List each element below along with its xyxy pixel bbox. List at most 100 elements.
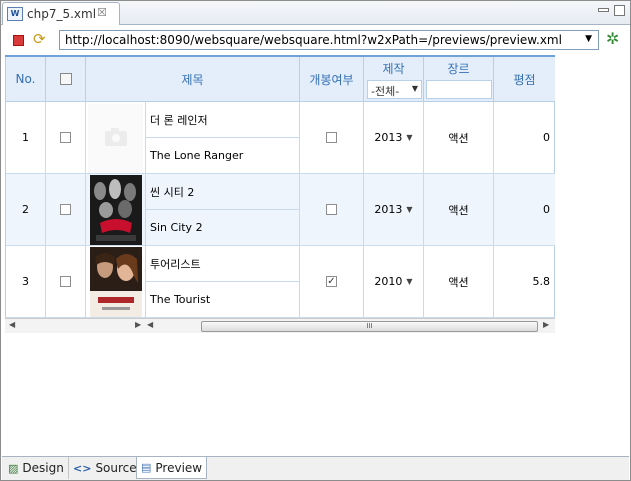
row1-genre[interactable]: 액션: [424, 102, 494, 174]
tab-source[interactable]: <> Source: [69, 457, 142, 479]
row3-title-ko[interactable]: 투어리스트: [146, 246, 300, 282]
editor-mode-tabs: ▨ Design <> Source ▤ Preview: [2, 456, 629, 480]
row1-poster-cell: [86, 102, 146, 174]
header-released-label: 개봉여부: [309, 72, 354, 87]
header-rating[interactable]: 평점: [494, 57, 555, 102]
genre-value: 액션: [448, 275, 469, 289]
editor-tab-bar: W chp7_5.xml ☒: [1, 1, 630, 25]
rating-value: 0: [543, 203, 550, 216]
title-en: The Lone Ranger: [150, 149, 244, 162]
chevron-down-icon: ▼: [406, 205, 413, 214]
released-checkbox[interactable]: [326, 204, 337, 215]
row2-title-en[interactable]: Sin City 2: [146, 210, 300, 246]
editor-tab-title: chp7_5.xml: [27, 7, 97, 21]
released-checkbox[interactable]: [326, 132, 337, 143]
url-text: http://localhost:8090/websquare/websquar…: [65, 33, 562, 47]
row1-no: 1: [6, 102, 46, 174]
row2-select: [46, 174, 86, 246]
row3-poster-cell: [86, 246, 146, 318]
url-dropdown-icon[interactable]: ▼: [585, 34, 592, 44]
header-genre-label: 장르: [447, 61, 470, 76]
row-number: 1: [22, 131, 29, 144]
sin-city-poster-image: [89, 174, 142, 245]
production-filter-select[interactable]: -전체- ▼: [367, 80, 422, 99]
row-checkbox[interactable]: [60, 204, 71, 215]
scroll-right-icon[interactable]: ▶: [543, 320, 549, 329]
editor-window: W chp7_5.xml ☒ ⟳ http://localhost:8090/w…: [0, 0, 631, 481]
row1-title-ko[interactable]: 더 론 레인저: [146, 102, 300, 138]
row2-rating[interactable]: 0: [494, 174, 555, 246]
refresh-icon[interactable]: ⟳: [33, 30, 46, 48]
tab-source-label: Source: [95, 461, 137, 475]
header-genre-filter-cell: [424, 79, 494, 102]
header-no[interactable]: No.: [6, 57, 46, 102]
year-value: 2010: [374, 275, 403, 288]
row3-rating[interactable]: 5.8: [494, 246, 555, 318]
row1-select: [46, 102, 86, 174]
row1-rating[interactable]: 0: [494, 102, 555, 174]
row2-genre[interactable]: 액션: [424, 174, 494, 246]
row-checkbox[interactable]: [60, 132, 71, 143]
genre-filter-input[interactable]: [426, 80, 492, 99]
design-icon: ▨: [8, 461, 19, 475]
scroll-right-frozen-icon[interactable]: ▶: [135, 320, 141, 329]
title-en: The Tourist: [150, 293, 211, 306]
production-filter-value: -전체-: [371, 85, 400, 98]
row3-released: ✓: [300, 246, 364, 318]
row3-year[interactable]: 2010 ▼: [364, 246, 424, 318]
chevron-down-icon: ▼: [406, 133, 413, 142]
tab-preview[interactable]: ▤ Preview: [136, 457, 208, 479]
title-en: Sin City 2: [150, 221, 203, 234]
select-all-checkbox[interactable]: [59, 73, 72, 85]
title-ko: 투어리스트: [150, 257, 201, 271]
poster-placeholder-icon: [88, 103, 143, 172]
tab-design-label: Design: [22, 461, 64, 475]
browser-toolbar: ⟳ http://localhost:8090/websquare/websqu…: [2, 26, 629, 54]
scroll-left-icon[interactable]: ◀: [9, 320, 15, 329]
grid-horizontal-scrollbar[interactable]: ◀ ▶ ◀ III ▶: [5, 318, 555, 333]
row2-released: [300, 174, 364, 246]
row3-title-en[interactable]: The Tourist: [146, 282, 300, 318]
chevron-down-icon: ▼: [411, 84, 418, 93]
url-input[interactable]: http://localhost:8090/websquare/websquar…: [59, 30, 599, 50]
header-select-all[interactable]: [46, 57, 86, 102]
header-production[interactable]: 제작: [364, 57, 424, 79]
minimize-icon[interactable]: [598, 8, 609, 12]
tourist-poster-image: [89, 246, 142, 317]
stop-icon[interactable]: [13, 35, 24, 46]
header-production-filter-cell: -전체- ▼: [364, 79, 424, 102]
header-title[interactable]: 제목: [86, 57, 300, 102]
editor-tab[interactable]: W chp7_5.xml ☒: [2, 2, 120, 25]
row3-genre[interactable]: 액션: [424, 246, 494, 318]
genre-value: 액션: [448, 131, 469, 145]
year-value: 2013: [374, 131, 403, 144]
row3-select: [46, 246, 86, 318]
year-value: 2013: [374, 203, 403, 216]
rating-value: 0: [543, 131, 550, 144]
released-checkbox[interactable]: ✓: [326, 276, 337, 287]
source-icon: <>: [73, 461, 92, 475]
row1-year[interactable]: 2013 ▼: [364, 102, 424, 174]
scroll-left-main-icon[interactable]: ◀: [147, 320, 153, 329]
header-rating-label: 평점: [513, 72, 536, 87]
row1-released: [300, 102, 364, 174]
row2-year[interactable]: 2013 ▼: [364, 174, 424, 246]
scroll-thumb[interactable]: III: [201, 321, 538, 332]
header-title-label: 제목: [181, 72, 204, 87]
row2-title-ko[interactable]: 씬 시티 2: [146, 174, 300, 210]
tab-preview-label: Preview: [155, 460, 203, 475]
preview-icon: ▤: [141, 461, 152, 474]
row-checkbox[interactable]: [60, 276, 71, 287]
close-tab-icon[interactable]: ☒: [97, 6, 107, 19]
header-released[interactable]: 개봉여부: [300, 57, 364, 102]
tab-design[interactable]: ▨ Design: [4, 457, 69, 479]
maximize-icon[interactable]: [614, 5, 625, 16]
title-ko: 씬 시티 2: [150, 185, 195, 199]
header-genre[interactable]: 장르: [424, 57, 494, 79]
debug-icon[interactable]: ✲: [606, 29, 619, 48]
chevron-down-icon: ▼: [406, 277, 413, 286]
row1-title-en[interactable]: The Lone Ranger: [146, 138, 300, 174]
rating-value: 5.8: [532, 275, 551, 288]
websquare-file-icon: W: [7, 7, 23, 21]
header-no-label: No.: [15, 72, 36, 86]
